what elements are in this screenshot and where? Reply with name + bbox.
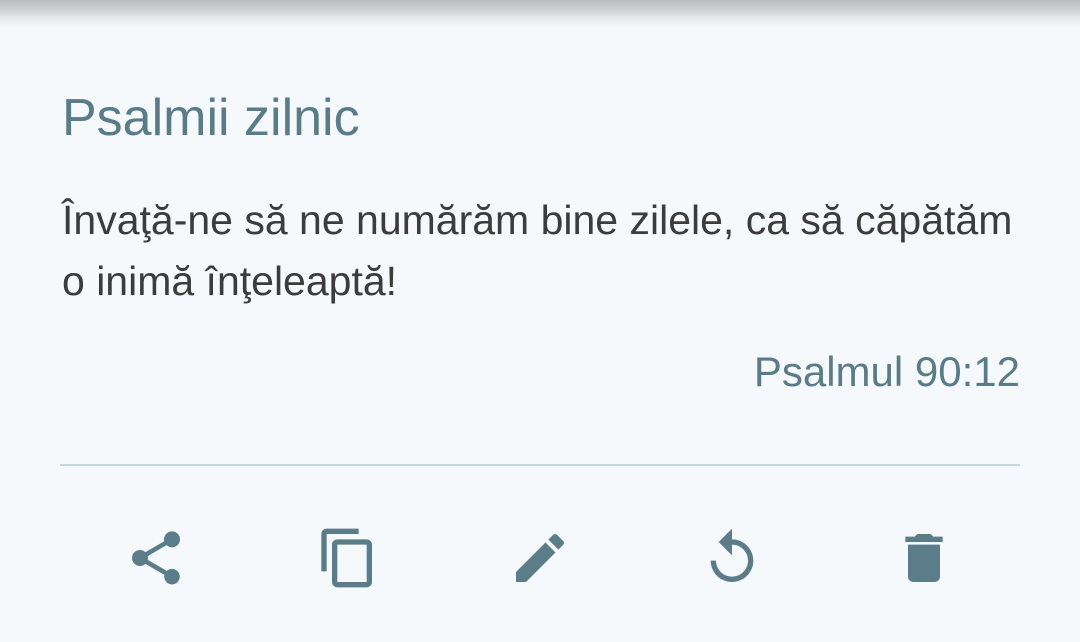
app-bar-shadow xyxy=(0,0,1080,28)
verse-text: Învaţă-ne să ne numărăm bine zilele, ca … xyxy=(62,197,1013,304)
verse-reference: Psalmul 90:12 xyxy=(753,348,1020,395)
verse-card: Psalmii zilnic Învaţă-ne să ne numărăm b… xyxy=(0,0,1080,642)
refresh-icon xyxy=(710,528,754,582)
reset-button[interactable] xyxy=(694,520,770,596)
delete-button[interactable] xyxy=(886,520,962,596)
share-icon xyxy=(132,531,180,585)
share-button[interactable] xyxy=(118,520,194,596)
card-title: Psalmii zilnic xyxy=(62,89,360,147)
divider xyxy=(60,464,1020,466)
trash-icon xyxy=(905,534,943,582)
copy-button[interactable] xyxy=(310,520,386,596)
copy-icon xyxy=(321,528,372,588)
pencil-icon xyxy=(516,533,565,582)
edit-button[interactable] xyxy=(502,520,578,596)
action-bar xyxy=(0,520,1080,596)
